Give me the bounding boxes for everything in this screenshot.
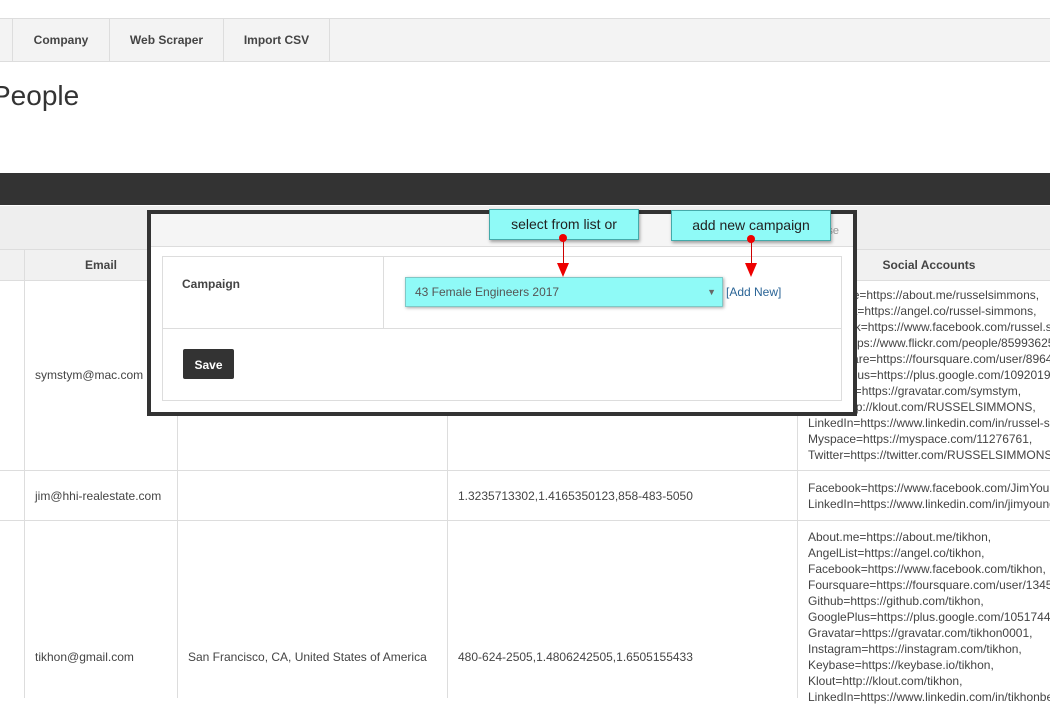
save-button[interactable]: Save — [183, 349, 234, 379]
social-link[interactable]: Facebook=https://www.facebook.com/tikhon… — [808, 561, 1050, 577]
row2-phones: 1.3235713302,1.4165350123,858-483-5050 — [458, 489, 693, 503]
tab-company[interactable]: Company — [12, 19, 110, 61]
row2-email: jim@hhi-realestate.com — [35, 489, 162, 503]
social-link[interactable]: Klout=http://klout.com/tikhon, — [808, 673, 1050, 689]
row1-email: symstym@mac.com — [35, 368, 144, 382]
campaign-modal: Close Campaign 43 Female Engineers 2017 … — [151, 214, 853, 412]
column-divider — [24, 249, 25, 698]
row3-social-accounts: About.me=https://about.me/tikhon, AngelL… — [808, 529, 1050, 705]
page-title: People — [0, 80, 80, 111]
social-link[interactable]: Keybase=https://keybase.io/tikhon, — [808, 657, 1050, 673]
campaign-select[interactable]: 43 Female Engineers 2017 ▼ — [405, 277, 723, 307]
add-new-campaign-link[interactable]: [Add New] — [726, 285, 781, 299]
row3-email: tikhon@gmail.com — [35, 650, 134, 664]
social-link[interactable]: Gravatar=https://gravatar.com/tikhon0001… — [808, 625, 1050, 641]
social-link[interactable]: Instagram=https://instagram.com/tikhon, — [808, 641, 1050, 657]
table-toolbar — [0, 173, 1050, 205]
social-link[interactable]: Twitter=https://twitter.com/RUSSELSIMMON… — [808, 447, 1050, 463]
social-link[interactable]: LinkedIn=https://www.linkedin.com/in/rus… — [808, 415, 1050, 431]
social-link[interactable]: Facebook=https://www.facebook.com/JimYou… — [808, 480, 1050, 496]
social-link[interactable]: Foursquare=https://foursquare.com/user/1… — [808, 577, 1050, 593]
arrow-stem — [563, 239, 564, 264]
social-link[interactable]: Myspace=https://myspace.com/11276761, — [808, 431, 1050, 447]
social-link[interactable]: Github=https://github.com/tikhon, — [808, 593, 1050, 609]
campaign-form: Campaign 43 Female Engineers 2017 ▼ [Add… — [162, 256, 842, 401]
arrow-dot — [559, 234, 567, 242]
social-link[interactable]: LinkedIn=https://www.linkedin.com/in/jim… — [808, 496, 1050, 512]
campaign-value-cell: 43 Female Engineers 2017 ▼ [Add New] — [384, 257, 841, 329]
row3-phones: 480-624-2505,1.4806242505,1.6505155433 — [458, 650, 693, 664]
tab-web-scraper[interactable]: Web Scraper — [110, 19, 224, 61]
row-divider — [0, 520, 1050, 521]
arrow-down-icon — [557, 263, 569, 277]
tab-import-csv[interactable]: Import CSV — [224, 19, 330, 61]
social-link[interactable]: GooglePlus=https://plus.google.com/10517… — [808, 609, 1050, 625]
campaign-label: Campaign — [182, 277, 241, 291]
arrow-dot — [747, 235, 755, 243]
social-link[interactable]: About.me=https://about.me/tikhon, — [808, 529, 1050, 545]
campaign-label-cell: Campaign — [163, 257, 384, 329]
row2-social-accounts: Facebook=https://www.facebook.com/JimYou… — [808, 480, 1050, 512]
chevron-down-icon: ▼ — [707, 287, 716, 297]
social-link[interactable]: AngelList=https://angel.co/tikhon, — [808, 545, 1050, 561]
row3-location: San Francisco, CA, United States of Amer… — [188, 650, 427, 664]
campaign-selected-value: 43 Female Engineers 2017 — [415, 285, 560, 299]
tab-bar: Company Web Scraper Import CSV — [0, 19, 1050, 62]
arrow-stem — [751, 240, 752, 264]
social-link[interactable]: LinkedIn=https://www.linkedin.com/in/tik… — [808, 689, 1050, 705]
arrow-down-icon — [745, 263, 757, 277]
row-divider — [0, 470, 1050, 471]
